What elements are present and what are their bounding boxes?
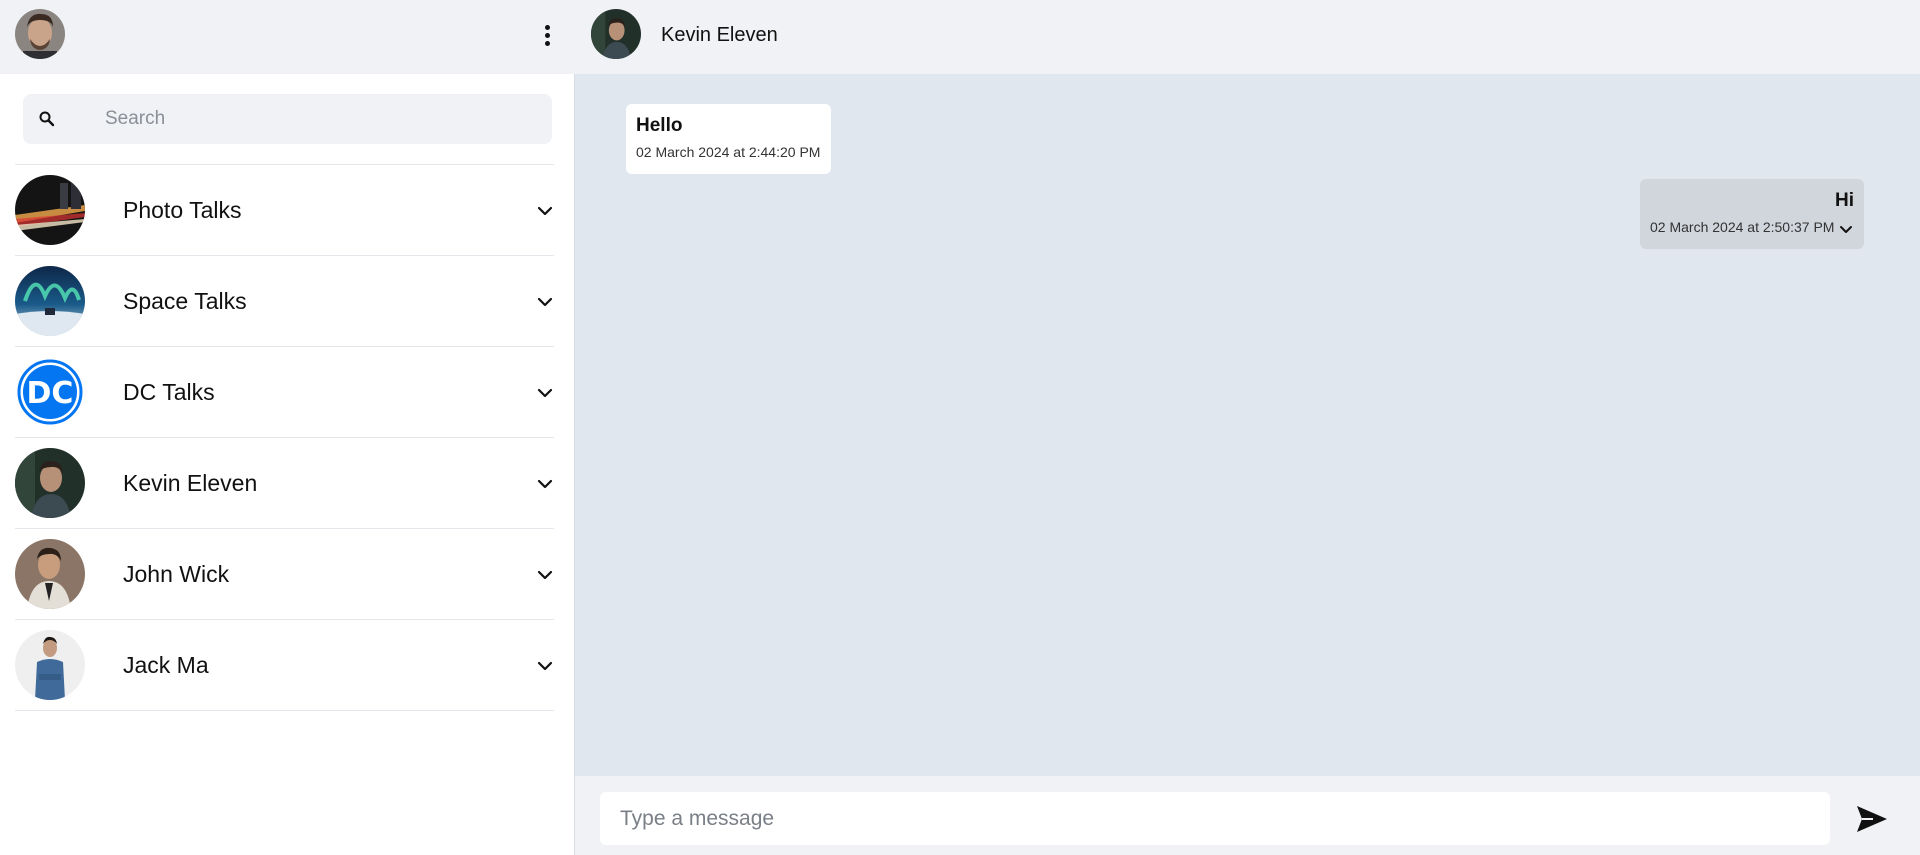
svg-text:DC: DC [27, 376, 74, 411]
chevron-down-icon[interactable] [1838, 222, 1854, 238]
chevron-down-icon[interactable] [536, 566, 554, 584]
menu-icon[interactable] [537, 22, 557, 48]
message-timestamp: 02 March 2024 at 2:50:37 PM [1650, 219, 1835, 235]
message-bubble-outgoing[interactable]: Hi 02 March 2024 at 2:50:37 PM [1640, 179, 1864, 249]
chevron-down-icon[interactable] [536, 475, 554, 493]
conversation-avatar [15, 630, 85, 700]
conversation-item-john-wick[interactable]: John Wick [15, 529, 554, 620]
chevron-down-icon[interactable] [536, 384, 554, 402]
conversation-avatar [15, 175, 85, 245]
conversation-avatar [15, 266, 85, 336]
conversation-name: John Wick [123, 561, 230, 587]
conversation-name: Space Talks [123, 288, 247, 314]
conversation-name: DC Talks [123, 379, 215, 405]
conversation-item-kevin-eleven[interactable]: Kevin Eleven [15, 438, 554, 529]
conversation-avatar [15, 539, 85, 609]
message-bubble-incoming[interactable]: Hello 02 March 2024 at 2:44:20 PM [626, 104, 831, 174]
conversation-list: Photo Talks Space Talks DC DC Talks Kevi… [15, 164, 554, 711]
conversation-avatar [15, 448, 85, 518]
search-input[interactable] [103, 94, 543, 144]
message-composer [575, 776, 1920, 855]
message-text: Hello [636, 115, 683, 136]
conversation-item-jack-ma[interactable]: Jack Ma [15, 620, 554, 711]
peer-avatar[interactable] [591, 9, 641, 59]
conversation-item-dc-talks[interactable]: DC DC Talks [15, 347, 554, 438]
send-icon[interactable] [1855, 804, 1889, 834]
chevron-down-icon[interactable] [536, 293, 554, 311]
message-timestamp: 02 March 2024 at 2:44:20 PM [636, 144, 821, 160]
chat-panel: Kevin Eleven Hello 02 March 2024 at 2:44… [575, 0, 1920, 855]
chevron-down-icon[interactable] [536, 657, 554, 675]
sidebar-header [0, 0, 575, 74]
search-icon [39, 111, 55, 127]
conversation-name: Jack Ma [123, 652, 209, 678]
user-avatar[interactable] [15, 9, 65, 59]
chat-header: Kevin Eleven [575, 0, 1920, 74]
dc-logo: DC [15, 357, 85, 427]
message-text: Hi [1835, 190, 1854, 211]
conversation-item-space-talks[interactable]: Space Talks [15, 256, 554, 347]
peer-name: Kevin Eleven [661, 24, 778, 46]
conversation-name: Kevin Eleven [123, 470, 258, 496]
conversation-name: Photo Talks [123, 197, 242, 223]
chevron-down-icon[interactable] [536, 202, 554, 220]
sidebar: Photo Talks [0, 0, 575, 855]
chat-app: Photo Talks [0, 0, 1920, 855]
message-input[interactable] [600, 792, 1830, 845]
search-box [23, 94, 552, 144]
conversation-item-photo-talks[interactable]: Photo Talks [15, 165, 554, 256]
